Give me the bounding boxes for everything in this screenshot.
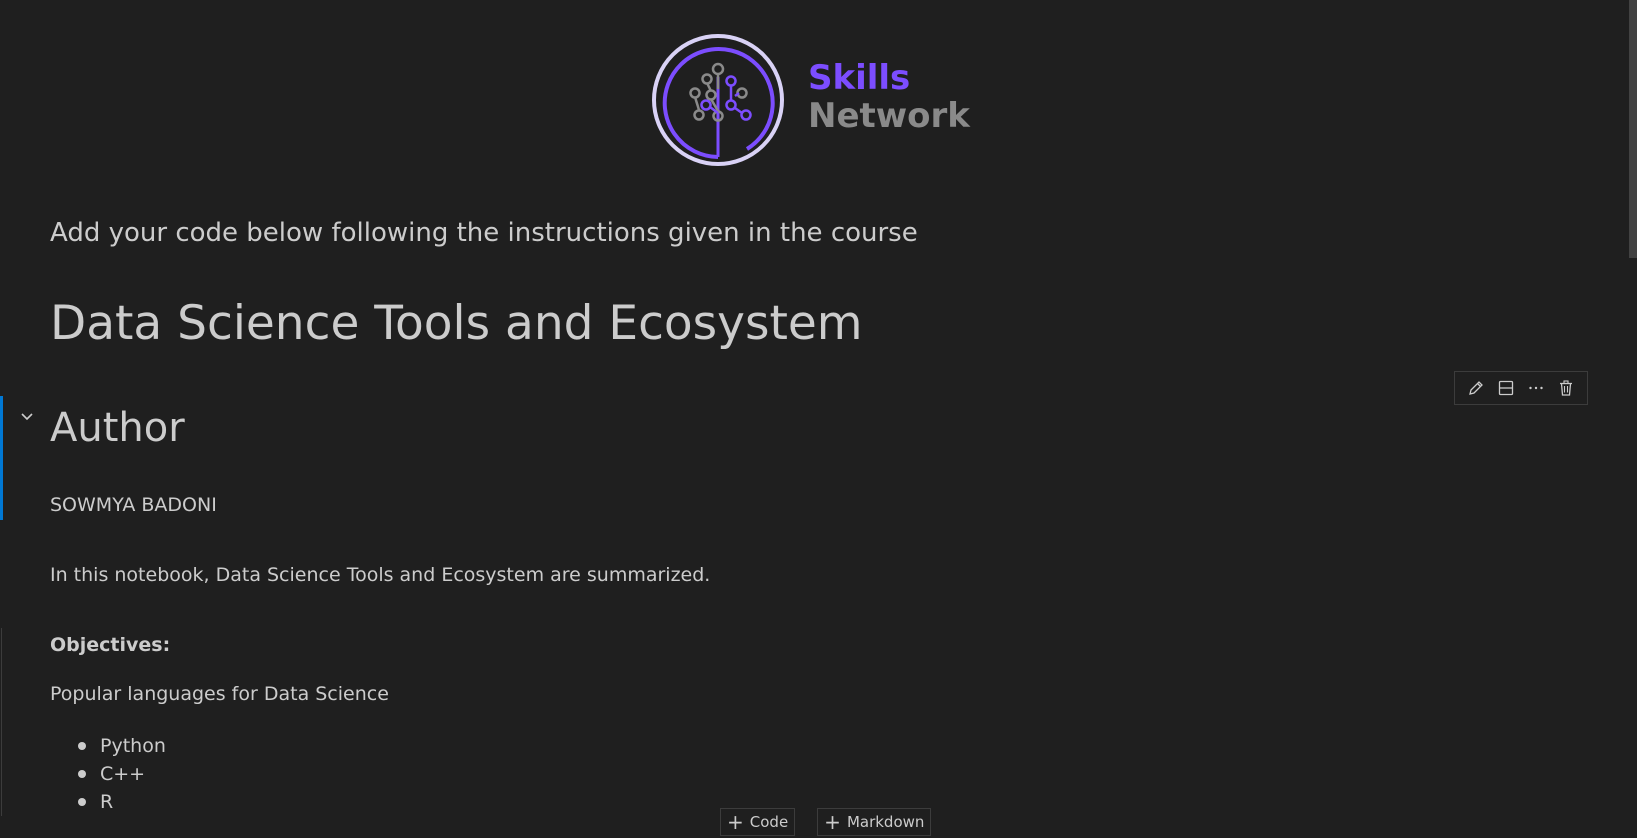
summary-text: In this notebook, Data Science Tools and… — [50, 564, 711, 586]
logo-wordmark: Skills Network — [808, 61, 970, 133]
languages-intro: Popular languages for Data Science — [50, 683, 389, 705]
collapse-chevron-icon[interactable] — [19, 411, 35, 423]
languages-list: Python C++ R — [78, 732, 166, 816]
notebook-title: Data Science Tools and Ecosystem — [50, 296, 863, 351]
list-item: Python — [78, 732, 166, 760]
cell-focus-indicator — [0, 396, 3, 520]
add-code-label: Code — [749, 813, 789, 831]
split-cell-button[interactable] — [1494, 376, 1518, 400]
logo-line-network: Network — [808, 96, 970, 136]
author-heading: Author — [50, 405, 185, 451]
list-item: C++ — [78, 760, 166, 788]
cell-border-line — [1, 628, 2, 816]
add-code-cell-button[interactable]: + Code — [720, 808, 796, 836]
logo-line-skills: Skills — [808, 58, 911, 98]
plus-icon: + — [824, 810, 841, 834]
more-icon — [1529, 386, 1543, 390]
plus-icon: + — [727, 810, 744, 834]
notebook-editor: Skills Network Add your code below follo… — [0, 0, 1637, 838]
add-markdown-cell-button[interactable]: + Markdown — [817, 808, 932, 836]
edit-icon — [1469, 381, 1483, 395]
scrollbar-thumb[interactable] — [1629, 0, 1637, 258]
list-item: R — [78, 788, 166, 816]
vertical-scrollbar[interactable] — [1629, 0, 1637, 838]
edit-button[interactable] — [1464, 376, 1488, 400]
delete-cell-button[interactable] — [1554, 376, 1578, 400]
skills-network-logo-icon — [652, 34, 784, 166]
delete-icon — [1560, 380, 1572, 396]
split-cell-icon — [1498, 380, 1514, 396]
intro-text: Add your code below following the instru… — [50, 218, 918, 248]
skills-network-logo: Skills Network — [651, 33, 970, 167]
cell-toolbar — [1454, 371, 1588, 405]
author-name: SOWMYA BADONI — [50, 494, 217, 516]
objectives-label: Objectives: — [50, 634, 171, 656]
add-markdown-label: Markdown — [846, 813, 925, 831]
more-actions-button[interactable] — [1524, 376, 1548, 400]
add-cell-bar: + Code + Markdown — [720, 808, 932, 836]
